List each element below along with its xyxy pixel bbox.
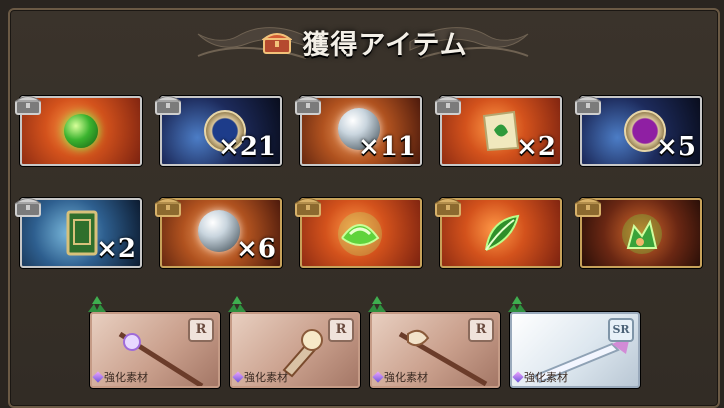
green-leaf-icon xyxy=(485,214,520,251)
diamond-icon xyxy=(232,371,244,383)
item-quantity: ×2 xyxy=(516,132,556,162)
item-quantity: ×11 xyxy=(358,132,416,162)
green-orb-icon xyxy=(64,114,98,148)
weapon-item[interactable]: R 強化素材 xyxy=(224,294,360,388)
reward-item[interactable] xyxy=(14,92,142,166)
reward-item[interactable]: ×5 xyxy=(574,92,702,166)
diamond-icon xyxy=(512,371,524,383)
diamond-icon xyxy=(372,371,384,383)
weapon-card[interactable]: R 強化素材 xyxy=(370,312,500,388)
treasure-chest-icon xyxy=(262,33,293,54)
gold-chest-icon xyxy=(434,198,462,217)
weapon-item[interactable]: R 強化素材 xyxy=(84,294,220,388)
material-text: 強化素材 xyxy=(244,371,288,384)
recycle-icon xyxy=(228,296,246,312)
silver-chest-icon xyxy=(14,198,42,217)
reward-item[interactable]: ×21 xyxy=(154,92,282,166)
reward-item[interactable]: ×2 xyxy=(14,194,142,268)
reward-item[interactable] xyxy=(574,194,702,268)
title-text: 獲得アイテム xyxy=(302,29,468,61)
diamond-icon xyxy=(92,371,104,383)
silver-chest-icon xyxy=(154,96,182,115)
green-beast-icon xyxy=(622,214,662,254)
reward-item[interactable]: ×6 xyxy=(154,194,282,268)
item-quantity: ×21 xyxy=(218,132,276,162)
material-label: 強化素材 xyxy=(92,369,148,385)
weapon-item[interactable]: R 強化素材 xyxy=(364,294,500,388)
material-label: 強化素材 xyxy=(512,369,568,385)
title-bar: 獲得アイテム xyxy=(0,14,724,64)
recycle-icon xyxy=(368,296,386,312)
reward-item[interactable] xyxy=(294,194,422,268)
weapon-card[interactable]: R 強化素材 xyxy=(230,312,360,388)
material-text: 強化素材 xyxy=(524,371,568,384)
recycle-icon xyxy=(508,296,526,312)
gold-chest-icon xyxy=(574,198,602,217)
item-quantity: ×6 xyxy=(236,234,276,264)
green-spirit-icon xyxy=(338,212,382,256)
silver-chest-icon xyxy=(14,96,42,115)
material-text: 強化素材 xyxy=(384,371,428,384)
gold-chest-icon xyxy=(154,198,182,217)
weapon-item[interactable]: SR 強化素材 xyxy=(504,294,640,388)
item-quantity: ×5 xyxy=(656,132,696,162)
rarity-badge: R xyxy=(328,318,354,342)
gold-chest-icon xyxy=(294,198,322,217)
rarity-badge: R xyxy=(468,318,494,342)
silver-chest-icon xyxy=(294,96,322,115)
silver-chest-icon xyxy=(434,96,462,115)
weapon-card[interactable]: R 強化素材 xyxy=(90,312,220,388)
item-quantity: ×2 xyxy=(96,234,136,264)
reward-item[interactable] xyxy=(434,194,562,268)
crystal-orb-icon xyxy=(198,210,240,252)
material-text: 強化素材 xyxy=(104,371,148,384)
page-title: 獲得アイテム xyxy=(250,22,480,62)
weapon-card[interactable]: SR 強化素材 xyxy=(510,312,640,388)
rarity-badge: SR xyxy=(608,318,634,342)
reward-item[interactable]: ×11 xyxy=(294,92,422,166)
silver-chest-icon xyxy=(574,96,602,115)
recycle-icon xyxy=(88,296,106,312)
material-label: 強化素材 xyxy=(372,369,428,385)
reward-item[interactable]: ×2 xyxy=(434,92,562,166)
material-label: 強化素材 xyxy=(232,369,288,385)
rarity-badge: R xyxy=(188,318,214,342)
